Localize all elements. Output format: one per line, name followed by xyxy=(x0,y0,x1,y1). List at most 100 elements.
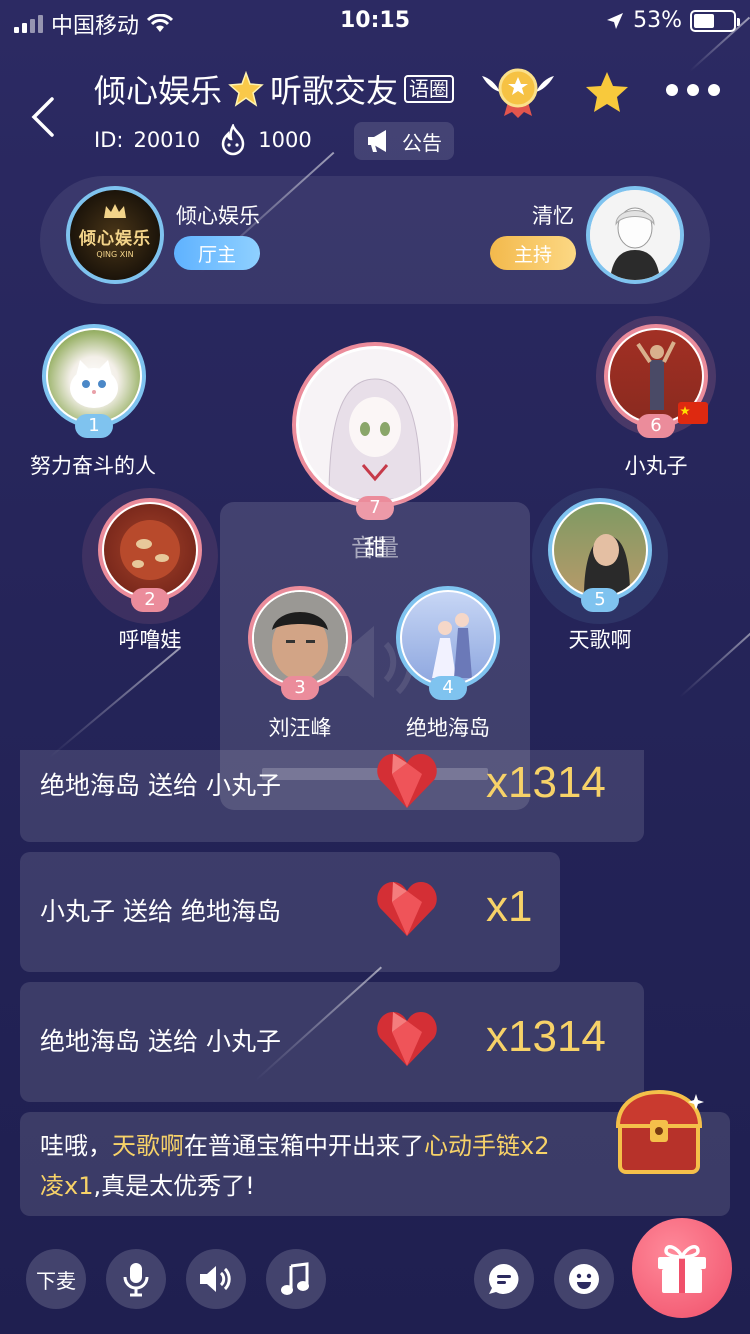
host-avatar[interactable] xyxy=(586,186,684,284)
room-title: 倾心娱乐 听歌交友 语圈 xyxy=(94,66,455,112)
seat-name-5: 天歌啊 xyxy=(568,628,632,652)
gift-text: 绝地海岛 送给 小丸子 xyxy=(40,1022,281,1058)
seat-avatar-3[interactable] xyxy=(254,592,346,684)
owner-name: 倾心娱乐 xyxy=(176,204,260,228)
couple-illustration-image xyxy=(432,613,472,678)
favorite-star-icon[interactable] xyxy=(584,70,630,114)
gift-sender: 绝地海岛 xyxy=(40,1027,141,1056)
kitten-image xyxy=(70,360,118,408)
status-bar: 中国移动 10:15 53% xyxy=(0,0,750,40)
location-icon xyxy=(607,12,624,29)
gift-text: 绝地海岛 送给 小丸子 xyxy=(40,766,281,802)
gift-count: x1314 xyxy=(486,758,606,807)
speaker-button[interactable] xyxy=(186,1249,246,1309)
gift-message: 绝地海岛 送给 小丸子 x1314 xyxy=(20,982,644,1102)
host-role-badge: 主持 xyxy=(490,236,576,270)
chat-button[interactable] xyxy=(474,1249,534,1309)
smile-icon xyxy=(569,1264,599,1294)
seat-name-4: 绝地海岛 xyxy=(406,716,490,740)
room-id-label: ID: xyxy=(94,128,124,152)
seat-avatar-7[interactable] xyxy=(299,349,451,501)
chat-bubble-icon xyxy=(489,1264,519,1294)
seat-name-7: 甜 xyxy=(363,536,386,561)
emoji-button[interactable] xyxy=(554,1249,614,1309)
seat-name-6: 小丸子 xyxy=(624,454,688,478)
seat-number-6: 6 xyxy=(637,414,675,438)
seat-number-2: 2 xyxy=(131,588,169,612)
girl-photo-image xyxy=(584,534,630,596)
leave-mic-label: 下麦 xyxy=(36,1268,76,1293)
rank-badge-icon[interactable] xyxy=(478,62,558,122)
room-title-part1: 倾心娱乐 xyxy=(94,72,223,110)
owner-role-badge: 厅主 xyxy=(174,236,260,270)
room-heat: 1000 xyxy=(258,128,312,152)
decor-streak xyxy=(679,622,750,698)
gift-button[interactable] xyxy=(632,1218,732,1318)
back-icon[interactable] xyxy=(28,95,58,139)
more-icon[interactable] xyxy=(666,84,720,96)
gift-count: x1 xyxy=(486,882,533,931)
seat-number-5: 5 xyxy=(581,588,619,612)
sys-prefix: 哇哦， xyxy=(40,1132,112,1160)
china-flag-icon xyxy=(678,402,708,424)
seat-avatar-5[interactable] xyxy=(554,504,646,596)
flame-icon xyxy=(222,124,245,156)
gift-box-icon xyxy=(658,1245,706,1293)
heart-gem-icon xyxy=(377,754,437,808)
seat-number-3: 3 xyxy=(281,676,319,700)
gift-receiver: 小丸子 xyxy=(205,771,281,800)
owner-logo-subtext: QING XIN xyxy=(96,250,134,259)
battery-percent: 53% xyxy=(633,8,682,33)
gift-sender: 绝地海岛 xyxy=(40,771,141,800)
food-photo-image xyxy=(120,520,180,580)
status-right: 53% xyxy=(605,8,740,33)
gift-verb: 送给 xyxy=(122,897,173,926)
sys-middle: 在普通宝箱中开出来了 xyxy=(184,1132,424,1160)
gift-receiver: 绝地海岛 xyxy=(180,897,281,926)
speaker-volume-icon xyxy=(200,1266,231,1292)
crown-icon xyxy=(104,204,126,218)
seat-name-1: 努力奋斗的人 xyxy=(30,454,156,478)
room-id-value: 20010 xyxy=(133,128,201,152)
gift-verb: 送给 xyxy=(147,1027,198,1056)
sys-item2: 凌x1 xyxy=(40,1172,94,1200)
heart-gem-icon xyxy=(377,882,437,936)
notice-button[interactable]: 公告 xyxy=(354,122,454,160)
gift-message: 绝地海岛 送给 小丸子 x1314 xyxy=(20,750,644,842)
music-button[interactable] xyxy=(266,1249,326,1309)
anime-avatar-image xyxy=(590,190,680,280)
seat-avatar-1[interactable] xyxy=(48,330,140,422)
owner-logo-text: 倾心娱乐 xyxy=(79,229,151,249)
host-name: 清忆 xyxy=(532,204,574,228)
gift-verb: 送给 xyxy=(147,771,198,800)
gift-receiver: 小丸子 xyxy=(205,1027,281,1056)
gift-text: 小丸子 送给 绝地海岛 xyxy=(40,892,281,928)
megaphone-icon xyxy=(368,130,386,152)
decor-streak xyxy=(49,646,181,758)
seat-number-4: 4 xyxy=(429,676,467,700)
microphone-button[interactable] xyxy=(106,1249,166,1309)
room-id-row: ID: 20010 1000 xyxy=(94,124,312,156)
battery-icon xyxy=(690,9,740,32)
notice-label: 公告 xyxy=(402,130,442,155)
seat-number-1: 1 xyxy=(75,414,113,438)
room-tag: 语圈 xyxy=(404,75,455,103)
room-title-part2: 听歌交友 xyxy=(270,72,399,110)
music-note-icon xyxy=(281,1262,309,1295)
leave-mic-button[interactable]: 下麦 xyxy=(26,1249,86,1309)
microphone-icon xyxy=(123,1263,149,1297)
heart-gem-icon xyxy=(377,1012,437,1066)
treasure-chest-icon[interactable] xyxy=(610,1086,708,1176)
seat-avatar-2[interactable] xyxy=(104,504,196,596)
gift-message: 小丸子 送给 绝地海岛 x1 xyxy=(20,852,560,972)
sparkle-star-icon xyxy=(228,71,264,107)
gift-sender: 小丸子 xyxy=(40,897,116,926)
owner-avatar[interactable]: 倾心娱乐 QING XIN xyxy=(66,186,164,284)
seat-avatar-4[interactable] xyxy=(402,592,494,684)
gift-count: x1314 xyxy=(486,1012,606,1061)
anime-girl-image xyxy=(328,378,422,500)
sys-suffix: ,真是太优秀了! xyxy=(93,1172,255,1200)
seat-name-2: 呼噜娃 xyxy=(118,628,182,652)
sys-user: 天歌啊 xyxy=(112,1132,184,1160)
man-photo-image xyxy=(254,592,346,684)
